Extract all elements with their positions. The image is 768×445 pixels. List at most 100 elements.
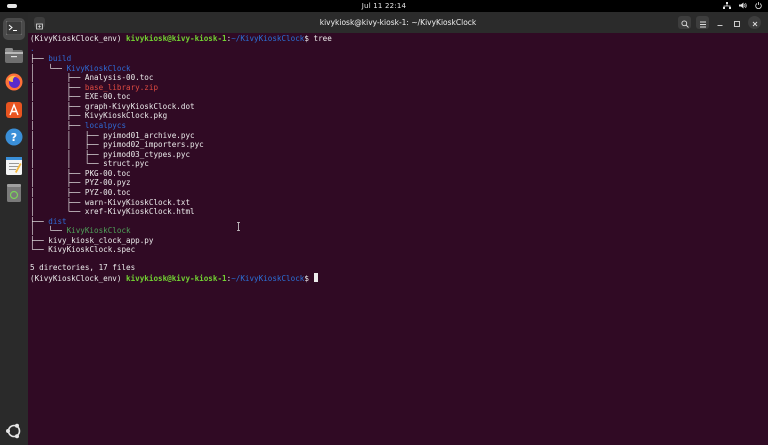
tree-line: │ ├── KivyKioskClock.pkg (30, 111, 167, 121)
tree-summary: 5 directories, 17 files (30, 263, 136, 272)
tree-line: │ ├── PYZ-00.toc (30, 188, 131, 198)
dock-firefox[interactable] (3, 73, 25, 95)
top-bar: Jul 11 22:14 (0, 0, 768, 12)
tree-entry-name: kivy_kiosk_clock_app.py (48, 235, 154, 245)
tree-line: │ └── KivyKioskClock (30, 226, 131, 236)
tree-entry-name: Analysis-00.toc (84, 73, 154, 83)
tree-branch: └── (30, 245, 49, 255)
tree-entry-name: pyimod01_archive.pyc (103, 130, 195, 140)
ubuntu-logo-icon (5, 423, 23, 444)
tree-branch: │ └── (30, 207, 85, 217)
tree-line: └── KivyKioskClock.spec (30, 245, 135, 255)
close-button[interactable] (748, 16, 761, 29)
tree-branch: │ ├── (30, 101, 85, 111)
dock-help[interactable]: ? (3, 128, 25, 150)
dock-terminal[interactable] (3, 18, 25, 40)
tree-entry-name: graph-KivyKioskClock.dot (84, 101, 195, 111)
menu-button[interactable] (696, 16, 709, 29)
prompt-env: (KivyKioskClock_env) (30, 34, 127, 43)
tree-entry-name: struct.pyc (103, 159, 149, 169)
dock-text-editor[interactable] (3, 157, 25, 179)
app-center-icon (5, 101, 23, 123)
tree-entry-name: pyimod02_importers.pyc (103, 140, 204, 150)
tree-entry-name: warn-KivyKioskClock.txt (84, 197, 191, 207)
tree-entry-name: KivyKioskClock (66, 226, 131, 236)
tree-entry-name: KivyKioskClock (66, 63, 131, 73)
search-button[interactable] (678, 16, 691, 29)
trash-icon (7, 184, 21, 206)
text-editor-icon (6, 157, 22, 179)
tree-entry-name: build (48, 54, 72, 63)
prompt-line-current: (KivyKioskClock_env) kivykiosk@kivy-kios… (30, 273, 318, 283)
tree-entry-name: xref-KivyKioskClock.html (84, 207, 195, 217)
tree-entry-name: KivyKioskClock.pkg (84, 111, 168, 121)
prompt-dollar: $ (304, 34, 314, 43)
prompt-env: (KivyKioskClock_env) (30, 274, 127, 283)
tree-branch: │ ├── (30, 178, 85, 188)
tree-branch: │ └── (30, 226, 67, 236)
tree-line: ├── build (30, 54, 71, 64)
tree-branch: │ ├── (30, 73, 85, 83)
tree-entry-name: pyimod03_ctypes.pyc (103, 149, 191, 159)
system-tray[interactable] (723, 1, 762, 11)
tree-branch: │ ├── (30, 197, 85, 207)
tree-line: │ ├── Analysis-00.toc (30, 73, 153, 83)
dock-trash[interactable] (3, 184, 25, 206)
maximize-icon (733, 13, 741, 32)
prompt-path: ~/KivyKioskClock (231, 274, 305, 283)
minimize-icon (716, 13, 724, 32)
tree-line: │ │ └── struct.pyc (30, 159, 149, 169)
tree-line: │ └── xref-KivyKioskClock.html (30, 207, 195, 217)
minimize-button[interactable] (713, 16, 726, 29)
firefox-icon (5, 73, 23, 95)
tree-line: │ ├── EXE-00.toc (30, 92, 131, 102)
tree-line: │ │ ├── pyimod02_importers.pyc (30, 140, 204, 150)
prompt-user: kivykiosk@kivy-kiosk-1 (126, 34, 227, 43)
tree-branch: ├── (30, 54, 49, 63)
tree-line: │ ├── localpycs (30, 121, 126, 131)
close-icon (751, 13, 759, 32)
prompt-user: kivykiosk@kivy-kiosk-1 (126, 274, 227, 283)
prompt-dollar: $ (304, 274, 314, 283)
power-icon (755, 1, 762, 11)
tree-branch: │ ├── (30, 82, 85, 92)
tree-branch: │ ├── (30, 168, 85, 178)
command-text: tree (313, 34, 332, 43)
help-icon: ? (5, 128, 23, 150)
clock[interactable]: Jul 11 22:14 (0, 1, 768, 11)
tree-branch: │ ├── (30, 120, 85, 130)
tree-entry-name: EXE-00.toc (84, 92, 131, 102)
maximize-button[interactable] (730, 16, 743, 29)
show-apps-button[interactable] (5, 422, 23, 440)
tree-entry-name: PYZ-00.toc (84, 187, 131, 197)
terminal-output[interactable]: (KivyKioskClock_env) kivykiosk@kivy-kios… (30, 33, 766, 445)
tree-branch: │ ├── (30, 92, 85, 102)
network-icon (723, 1, 731, 11)
terminal-icon (5, 20, 23, 39)
prompt-path: ~/KivyKioskClock (231, 34, 305, 43)
files-icon (5, 47, 23, 67)
tree-branch: │ ├── (30, 111, 85, 121)
dock-app-center[interactable] (3, 101, 25, 123)
tree-branch: │ │ ├── (30, 140, 104, 150)
tree-line: │ ├── PYZ-00.pyz (30, 178, 131, 188)
tree-branch: │ │ └── (30, 159, 104, 169)
dock-files[interactable] (3, 46, 25, 68)
text-cursor (313, 273, 318, 282)
tree-entry-name: KivyKioskClock.spec (48, 245, 136, 255)
tree-branch: │ │ ├── (30, 149, 104, 159)
volume-icon (739, 2, 747, 11)
tree-branch: ├── (30, 216, 49, 226)
dock: ? (0, 12, 28, 445)
tree-entry-name: base_library.zip (84, 82, 159, 92)
tree-root: . (30, 44, 35, 53)
tree-branch: ├── (30, 235, 49, 245)
tree-branch: │ └── (30, 63, 67, 73)
tree-branch: │ │ ├── (30, 130, 104, 140)
hamburger-menu-icon (699, 13, 707, 32)
title-bar[interactable]: kivykiosk@kivy-kiosk-1: ~/KivyKioskClock (28, 12, 768, 33)
tree-entry-name: localpycs (84, 120, 127, 130)
terminal-window: kivykiosk@kivy-kiosk-1: ~/KivyKioskClock (28, 12, 768, 445)
window-title: kivykiosk@kivy-kiosk-1: ~/KivyKioskClock (319, 18, 477, 27)
tree-branch: │ ├── (30, 187, 85, 197)
